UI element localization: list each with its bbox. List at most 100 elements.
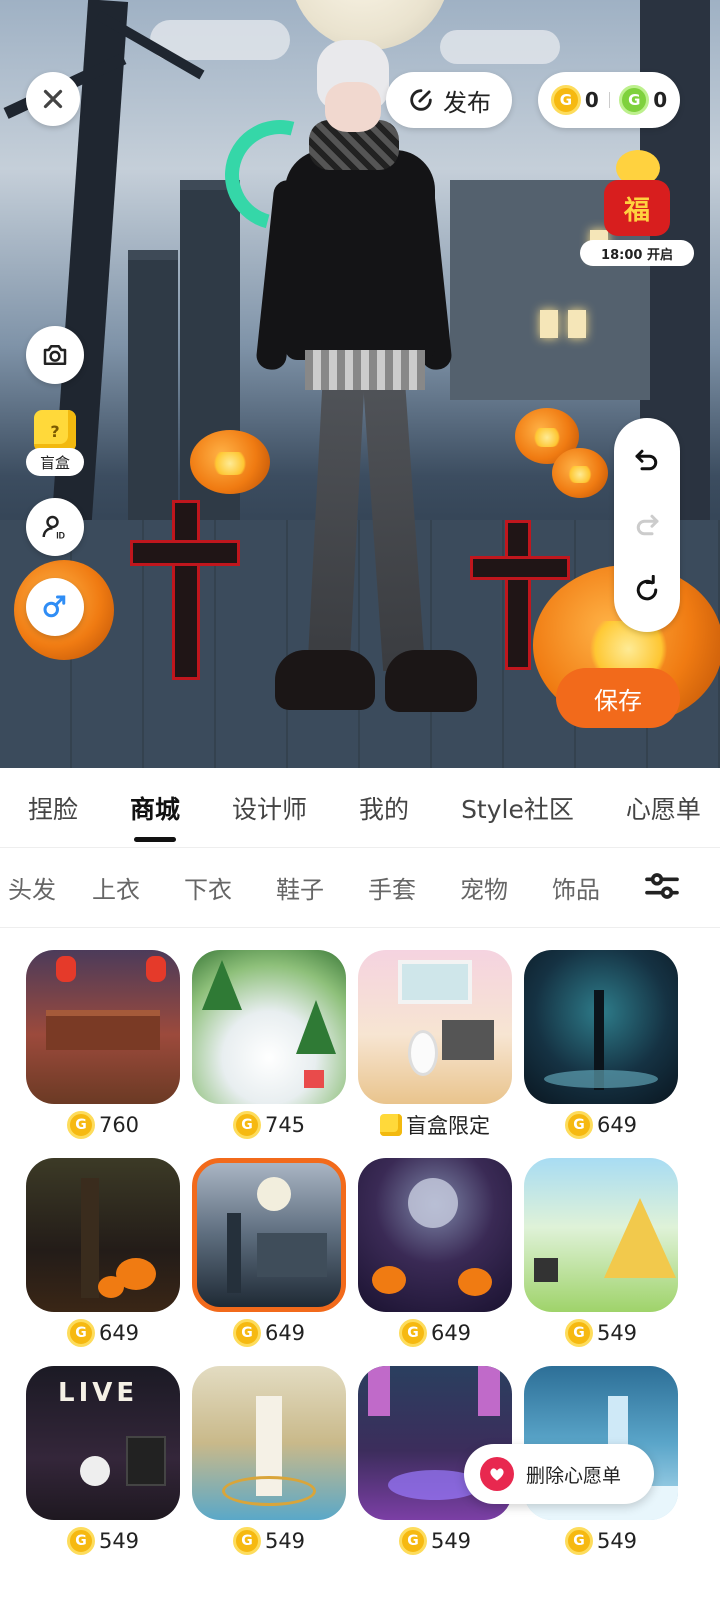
shop-item[interactable]: G 745 — [192, 950, 346, 1139]
camera-button[interactable] — [26, 326, 84, 384]
category-hair[interactable]: 头发 — [0, 870, 70, 905]
blindbox-button[interactable]: ? 盲盒 — [26, 410, 84, 478]
gold-coin-icon: G — [66, 1527, 95, 1555]
filter-sliders-icon[interactable] — [642, 866, 682, 906]
item-thumbnail — [26, 950, 180, 1104]
price-value: 549 — [98, 1529, 140, 1553]
gender-switch-button[interactable] — [26, 578, 84, 636]
lantern — [146, 956, 166, 982]
pumpkin-face — [531, 427, 563, 448]
shop-item[interactable]: G 760 — [26, 950, 180, 1139]
profile-id-button[interactable]: ID — [26, 498, 84, 556]
category-shoes[interactable]: 鞋子 — [254, 870, 346, 905]
speaker — [534, 1258, 558, 1282]
tab-style-community[interactable]: Style社区 — [461, 790, 574, 826]
item-price: G 549 — [26, 1526, 180, 1556]
price-value: 649 — [98, 1321, 140, 1345]
item-thumbnail — [192, 950, 346, 1104]
save-button[interactable]: 保存 — [556, 668, 680, 728]
item-price: G 549 — [192, 1526, 346, 1556]
item-price: G 549 — [358, 1526, 512, 1556]
tree-trunk — [81, 1178, 99, 1298]
item-price: 盲盒限定 — [358, 1110, 512, 1140]
banner — [478, 1366, 500, 1416]
item-thumbnail — [26, 1158, 180, 1312]
price-value: 549 — [430, 1529, 472, 1553]
avatar-face — [325, 82, 381, 132]
currency-balance[interactable]: G 0 G 0 — [538, 72, 680, 128]
avatar-character[interactable] — [255, 30, 477, 720]
reset-icon[interactable] — [632, 574, 662, 605]
gate-pillar — [227, 1213, 241, 1293]
gothic-cross — [130, 540, 240, 566]
shop-item[interactable]: G 549 — [524, 1158, 678, 1347]
price-value: 649 — [596, 1113, 638, 1137]
magic-circle — [222, 1476, 316, 1506]
blindbox-label: 盲盒 — [26, 448, 84, 476]
heart-icon — [480, 1457, 514, 1491]
price-value: 549 — [596, 1321, 638, 1345]
item-price: G 649 — [358, 1318, 512, 1348]
close-icon — [43, 89, 63, 109]
avatar-leg — [362, 378, 426, 672]
tab-face[interactable]: 捏脸 — [28, 790, 78, 826]
gold-coin-icon: G — [564, 1527, 593, 1555]
amplifier — [126, 1436, 166, 1486]
shop-item[interactable]: G 649 — [524, 950, 678, 1139]
item-thumbnail — [192, 1366, 346, 1520]
undo-icon[interactable] — [632, 445, 662, 475]
category-tab-bar: 头发 上衣 下衣 鞋子 手套 宠物 饰品 — [0, 848, 720, 928]
category-gloves[interactable]: 手套 — [346, 870, 438, 905]
category-accessories[interactable]: 饰品 — [530, 870, 622, 905]
item-price: G 649 — [26, 1318, 180, 1348]
blindbox-icon — [380, 1114, 402, 1136]
male-gender-switch-icon — [43, 595, 66, 618]
price-value: 649 — [430, 1321, 472, 1345]
category-tops[interactable]: 上衣 — [70, 870, 162, 905]
close-button[interactable] — [26, 72, 80, 126]
event-badge[interactable]: 福 18:00 开启 — [580, 150, 694, 266]
category-pets[interactable]: 宠物 — [438, 870, 530, 905]
gold-coin-icon: G — [564, 1319, 593, 1347]
price-value: 549 — [596, 1529, 638, 1553]
item-thumbnail — [524, 1158, 678, 1312]
avatar-hoodie — [285, 150, 435, 360]
main-tab-bar: 捏脸 商城 设计师 我的 Style社区 心愿单 — [0, 768, 720, 848]
pumpkin — [458, 1268, 492, 1296]
item-thumbnail — [358, 950, 512, 1104]
shop-item[interactable]: LIVE G 549 — [26, 1366, 180, 1555]
price-value: 649 — [264, 1321, 306, 1345]
publish-icon — [410, 89, 432, 111]
shop-item[interactable]: G 649 — [26, 1158, 180, 1347]
tab-designer[interactable]: 设计师 — [232, 790, 307, 826]
publish-button[interactable]: 发布 — [386, 72, 512, 128]
remove-wishlist-button[interactable]: 删除心愿单 — [464, 1444, 654, 1504]
gold-coin-count: 0 — [584, 88, 599, 112]
green-coin-count: 0 — [653, 88, 668, 112]
shop-item-selected[interactable]: G 649 — [192, 1158, 346, 1347]
gold-coin-icon: G — [66, 1319, 95, 1347]
category-bottoms[interactable]: 下衣 — [162, 870, 254, 905]
tab-mine[interactable]: 我的 — [359, 790, 409, 826]
avatar-shirt-hem — [305, 350, 425, 390]
tab-wishlist[interactable]: 心愿单 — [626, 790, 701, 826]
edit-history-panel — [614, 418, 680, 632]
christmas-tree — [296, 1000, 336, 1054]
banner — [368, 1366, 390, 1416]
shop-item[interactable]: G 649 — [358, 1158, 512, 1347]
gold-coin-icon: G — [232, 1319, 261, 1347]
tab-shop[interactable]: 商城 — [130, 790, 180, 842]
window — [568, 310, 586, 338]
gift-box — [304, 1070, 324, 1088]
pumpkin — [372, 1266, 406, 1294]
gold-coin-icon: G — [232, 1527, 261, 1555]
redo-icon[interactable] — [632, 510, 662, 540]
gothic-cross — [505, 520, 531, 670]
gold-coin-balance: G 0 — [550, 85, 599, 115]
jack-o-lantern — [190, 430, 270, 494]
blindbox-icon: ? — [34, 410, 76, 452]
shop-item[interactable]: 盲盒限定 — [358, 950, 512, 1138]
shop-item[interactable]: G 549 — [192, 1366, 346, 1555]
item-thumbnail — [524, 950, 678, 1104]
gothic-cross — [470, 556, 570, 580]
